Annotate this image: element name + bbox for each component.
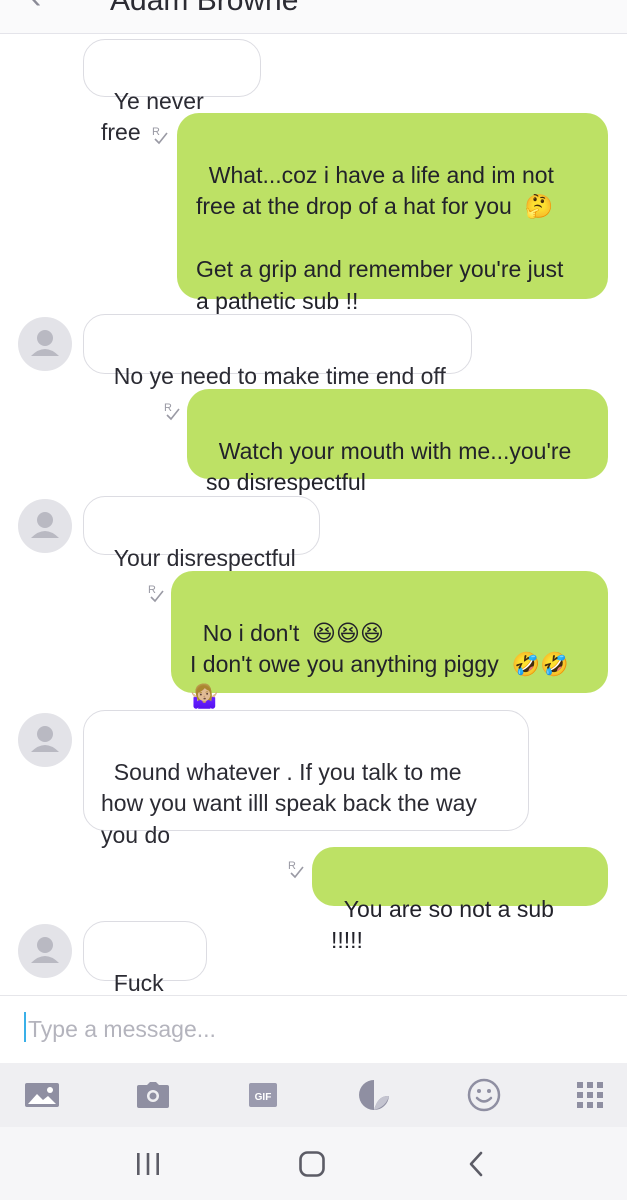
message-composer [0,995,627,1064]
message-text: No i don't 😆😆😆 I don't owe you anything … [190,619,569,709]
system-navigation-bar [0,1127,627,1200]
read-receipt-icon: R [148,584,164,603]
message-incoming[interactable]: No ye need to make time end off [83,314,472,389]
message-incoming[interactable]: Ye never free [83,39,261,145]
home-button[interactable] [292,1145,332,1183]
gif-button[interactable]: GIF [243,1077,283,1113]
read-receipt-icon: R [152,126,168,145]
read-receipt-icon: R [288,860,304,879]
attachment-toolbar: GIF [0,1063,627,1127]
message-text: Watch your mouth with me...you're so dis… [206,437,572,496]
emoji-button[interactable] [464,1077,504,1113]
message-incoming[interactable]: Your disrespectful [83,496,320,571]
gif-icon: GIF [249,1083,277,1107]
message-outgoing[interactable]: What...coz i have a life and im not free… [177,113,608,314]
person-icon [31,726,59,752]
message-incoming[interactable]: Fuck off [83,921,207,1027]
camera-button[interactable] [133,1077,173,1113]
contact-name[interactable]: Adam Browne [110,0,298,18]
recent-apps-icon [137,1153,159,1175]
message-text: What...coz i have a life and im not free… [196,161,564,314]
back-button[interactable] [456,1145,496,1183]
gallery-button[interactable] [22,1077,62,1113]
home-icon [299,1151,325,1177]
read-receipt-icon: R [164,402,180,421]
message-outgoing[interactable]: Watch your mouth with me...you're so dis… [187,389,608,495]
svg-text:R: R [148,584,156,596]
back-icon [469,1151,483,1177]
person-icon [31,330,59,356]
avatar[interactable] [18,317,72,371]
emoji-icon [467,1078,501,1112]
person-icon [31,512,59,538]
person-icon [31,937,59,963]
camera-icon [137,1082,169,1108]
recent-apps-button[interactable] [128,1145,168,1183]
avatar[interactable] [18,924,72,978]
message-outgoing[interactable]: You are so not a sub !!!!! [312,847,608,953]
message-outgoing[interactable]: No i don't 😆😆😆 I don't owe you anything … [171,571,608,709]
message-incoming[interactable]: Sound whatever . If you talk to me how y… [83,710,529,848]
svg-text:R: R [164,402,172,414]
svg-text:R: R [288,860,296,872]
back-arrow-icon[interactable]: ‹ [30,0,41,17]
message-text: Sound whatever . If you talk to me how y… [101,758,477,848]
svg-text:R: R [152,126,160,138]
avatar[interactable] [18,499,72,553]
svg-text:GIF: GIF [255,1092,272,1103]
avatar[interactable] [18,713,72,767]
grid-menu-icon [577,1082,603,1108]
message-input[interactable] [26,1008,590,1050]
chat-header: ‹ Adam Browne [0,0,627,34]
sticker-icon [359,1080,389,1110]
message-text: Your disrespectful [113,544,296,571]
sticker-button[interactable] [354,1077,394,1113]
more-options-button[interactable] [570,1077,610,1113]
gallery-icon [25,1083,59,1107]
message-text: No ye need to make time end off [113,362,446,389]
message-text: You are so not a sub !!!!! [331,895,561,954]
